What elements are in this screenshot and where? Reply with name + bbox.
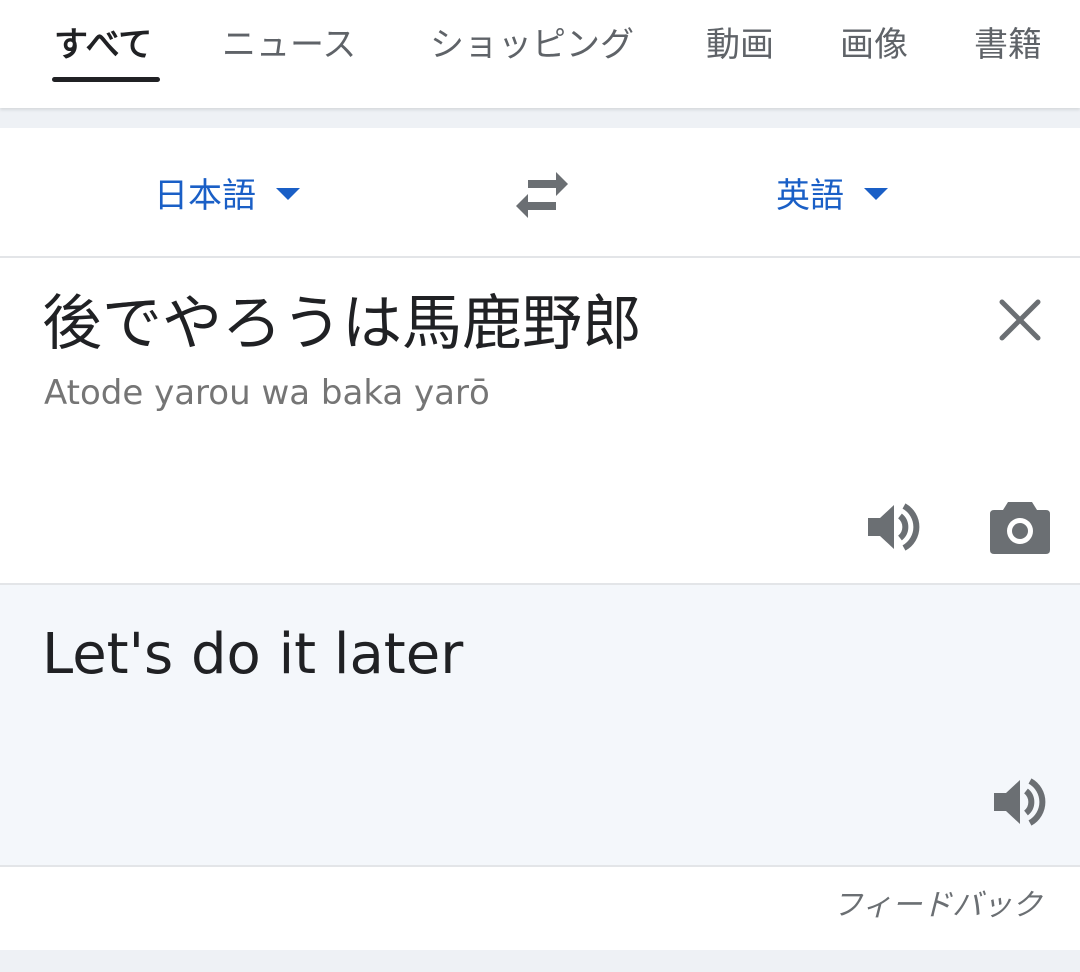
tab-books[interactable]: 書籍: [974, 22, 1042, 68]
close-icon: [999, 299, 1041, 341]
tab-news[interactable]: ニュース: [222, 22, 356, 68]
swap-languages-button[interactable]: [512, 166, 572, 220]
tab-all[interactable]: すべて: [54, 22, 152, 68]
source-romanization: Atode yarou wa baka yarō: [44, 373, 490, 413]
page: すべて ニュース ショッピング 動画 画像 書籍 日本語 英語 後でやろうは馬鹿…: [0, 0, 1080, 972]
caret-down-icon: [276, 188, 300, 200]
caret-down-icon: [864, 188, 888, 200]
speaker-icon: [868, 503, 920, 551]
source-panel: 後でやろうは馬鹿野郎 Atode yarou wa baka yarō: [0, 258, 1080, 585]
target-language-select[interactable]: 英語: [776, 168, 888, 216]
tab-videos[interactable]: 動画: [706, 22, 774, 68]
translation-text: Let's do it later: [42, 622, 464, 687]
source-language-label: 日本語: [154, 175, 256, 216]
source-listen-button[interactable]: [864, 498, 922, 556]
feedback-link[interactable]: フィードバック: [833, 885, 1042, 927]
tab-shopping[interactable]: ショッピング: [430, 22, 634, 68]
search-tabs: すべて ニュース ショッピング 動画 画像 書籍: [0, 0, 1080, 108]
camera-translate-button[interactable]: [988, 494, 1052, 556]
translator-card: 日本語 英語 後でやろうは馬鹿野郎 Atode yarou wa baka ya…: [0, 128, 1080, 950]
speaker-icon: [994, 778, 1046, 826]
language-bar: 日本語 英語: [0, 128, 1080, 258]
translation-panel: Let's do it later: [0, 585, 1080, 867]
feedback-row: フィードバック: [0, 867, 1080, 950]
source-text[interactable]: 後でやろうは馬鹿野郎: [42, 286, 642, 362]
tab-images[interactable]: 画像: [840, 22, 908, 68]
translation-listen-button[interactable]: [990, 773, 1048, 831]
target-language-label: 英語: [776, 175, 844, 216]
clear-button[interactable]: [994, 294, 1046, 346]
source-language-select[interactable]: 日本語: [154, 168, 300, 216]
active-tab-indicator: [52, 77, 160, 82]
camera-icon: [990, 502, 1050, 554]
swap-arrows-icon: [516, 172, 568, 218]
